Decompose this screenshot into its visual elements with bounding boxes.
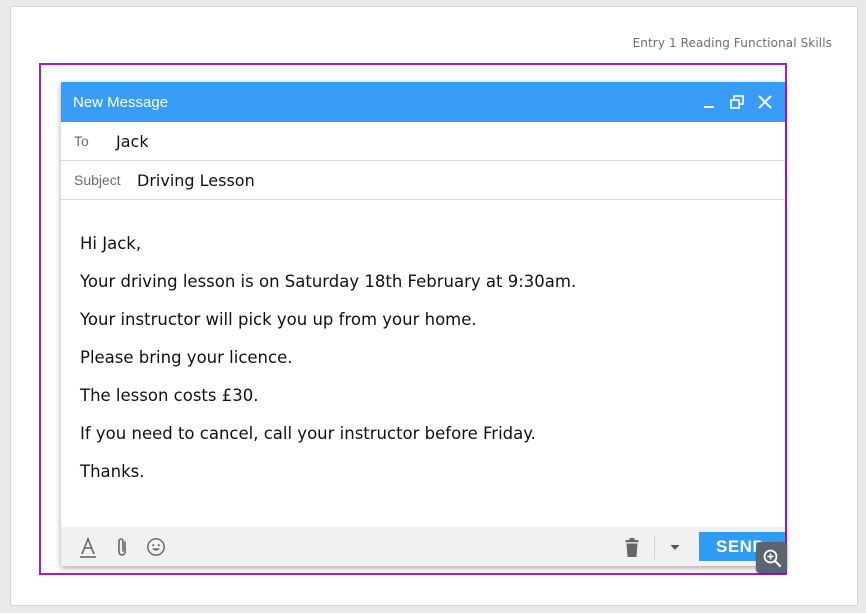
text-format-icon[interactable] bbox=[78, 536, 98, 558]
to-field[interactable]: Jack bbox=[116, 132, 149, 151]
compose-toolbar: SEND bbox=[61, 527, 785, 566]
header-note: Entry 1 Reading Functional Skills bbox=[632, 36, 832, 50]
minimize-icon[interactable] bbox=[701, 94, 717, 110]
message-line: The lesson costs £30. bbox=[80, 386, 259, 405]
attach-icon[interactable] bbox=[112, 536, 132, 558]
formatting-tools bbox=[61, 536, 166, 558]
message-body[interactable]: Hi Jack, Your driving lesson is on Satur… bbox=[61, 203, 785, 527]
window-controls bbox=[701, 94, 773, 110]
message-line: Your instructor will pick you up from yo… bbox=[80, 310, 477, 329]
message-line: Thanks. bbox=[80, 462, 145, 481]
compose-window: New Message To Jack Subject Driving Less… bbox=[61, 82, 785, 566]
message-line: If you need to cancel, call your instruc… bbox=[80, 424, 536, 443]
close-icon[interactable] bbox=[757, 94, 773, 110]
dropdown-arrow-icon[interactable] bbox=[665, 536, 685, 558]
subject-row[interactable]: Subject Driving Lesson bbox=[61, 161, 785, 200]
message-line: Your driving lesson is on Saturday 18th … bbox=[80, 272, 577, 291]
compose-title: New Message bbox=[73, 93, 169, 111]
subject-label: Subject bbox=[74, 172, 121, 188]
zoom-icon[interactable] bbox=[756, 542, 787, 573]
message-line: Hi Jack, bbox=[80, 234, 142, 253]
message-line: Please bring your licence. bbox=[80, 348, 293, 367]
restore-icon[interactable] bbox=[729, 94, 745, 110]
to-row[interactable]: To Jack bbox=[61, 122, 785, 161]
to-label: To bbox=[74, 133, 89, 149]
toolbar-divider bbox=[654, 534, 655, 559]
compose-titlebar: New Message bbox=[61, 82, 785, 122]
emoji-icon[interactable] bbox=[146, 536, 166, 558]
subject-field[interactable]: Driving Lesson bbox=[137, 171, 255, 190]
trash-icon[interactable] bbox=[622, 536, 642, 558]
